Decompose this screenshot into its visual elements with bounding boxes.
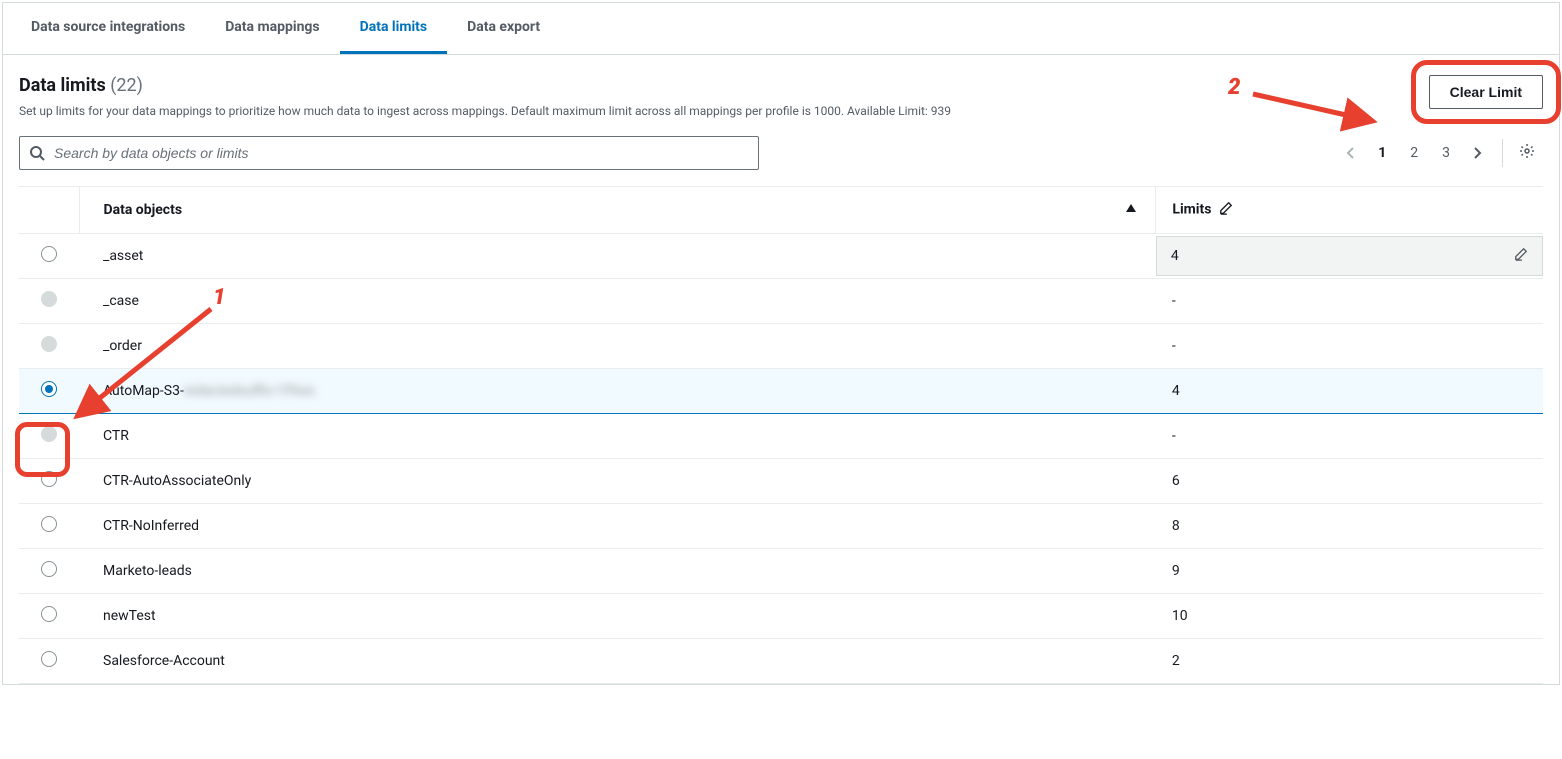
- annotation-num-1: 1: [213, 285, 225, 310]
- row-radio[interactable]: [41, 606, 57, 622]
- tab-data-limits[interactable]: Data limits: [340, 3, 447, 54]
- header-objects-label: Data objects: [104, 202, 183, 218]
- tab-data-export[interactable]: Data export: [447, 3, 560, 54]
- table-row: _order -: [19, 324, 1543, 369]
- panel-header: Data limits (22) Set up limits for your …: [19, 75, 1543, 118]
- tab-bar: Data source integrations Data mappings D…: [3, 3, 1559, 55]
- tab-data-source-integrations[interactable]: Data source integrations: [11, 3, 205, 54]
- row-name: AutoMap-S3-redactedsuffix-1f9ws: [79, 369, 1156, 414]
- clear-limit-wrap: Clear Limit: [1429, 75, 1543, 109]
- chevron-right-icon: [1472, 146, 1482, 160]
- row-limit: 4: [1156, 234, 1543, 279]
- table-row: _asset 4: [19, 234, 1543, 279]
- row-limit: 4: [1156, 369, 1543, 414]
- row-limit: 10: [1156, 594, 1543, 639]
- title-text: Data limits: [19, 75, 106, 96]
- row-limit: 2: [1156, 639, 1543, 684]
- table-row-selected: AutoMap-S3-redactedsuffix-1f9ws 4: [19, 369, 1543, 414]
- pager-prev[interactable]: [1338, 142, 1364, 164]
- clear-limit-button[interactable]: Clear Limit: [1429, 75, 1543, 109]
- row-limit: 9: [1156, 549, 1543, 594]
- row-limit: -: [1156, 324, 1543, 369]
- limit-edit-cell[interactable]: 4: [1156, 236, 1543, 276]
- page-title: Data limits (22): [19, 75, 951, 96]
- table-row: CTR-AutoAssociateOnly 6: [19, 459, 1543, 504]
- row-name-text: _asset: [79, 248, 1156, 264]
- edit-icon: [1219, 201, 1233, 219]
- row-radio[interactable]: [41, 651, 57, 667]
- search-icon: [29, 145, 45, 161]
- chevron-left-icon: [1346, 146, 1356, 160]
- pagination: 1 2 3: [1338, 139, 1543, 167]
- toolbar: 1 2 3: [19, 136, 1543, 170]
- gear-icon: [1519, 143, 1535, 159]
- pager-page-3[interactable]: 3: [1432, 141, 1460, 165]
- row-radio[interactable]: [41, 471, 57, 487]
- row-radio: [41, 426, 57, 442]
- main-container: Data source integrations Data mappings D…: [2, 2, 1560, 685]
- header-data-objects[interactable]: Data objects: [79, 187, 1156, 234]
- pager-page-2[interactable]: 2: [1400, 141, 1428, 165]
- row-radio: [41, 336, 57, 352]
- row-name: _order: [79, 324, 1156, 369]
- edit-icon: [1514, 247, 1528, 265]
- panel-description: Set up limits for your data mappings to …: [19, 104, 951, 118]
- table-row: Salesforce-Account 2: [19, 639, 1543, 684]
- row-name-text: AutoMap-S3-: [103, 383, 184, 399]
- settings-button[interactable]: [1502, 139, 1543, 167]
- table-row: _case -: [19, 279, 1543, 324]
- table-body: _asset 4 _case -: [19, 234, 1543, 684]
- header-limits-label: Limits: [1172, 202, 1211, 218]
- table-row: CTR -: [19, 414, 1543, 459]
- panel-title-group: Data limits (22) Set up limits for your …: [19, 75, 951, 118]
- panel: Data limits (22) Set up limits for your …: [3, 55, 1559, 684]
- table-row: CTR-NoInferred 8: [19, 504, 1543, 549]
- row-radio[interactable]: [41, 561, 57, 577]
- title-count: (22): [110, 75, 143, 96]
- row-name: CTR-NoInferred: [79, 504, 1156, 549]
- data-table: Data objects Limits: [19, 186, 1543, 684]
- row-name: Salesforce-Account: [79, 639, 1156, 684]
- row-limit: -: [1156, 414, 1543, 459]
- row-name: _asset: [79, 234, 1156, 279]
- pager-next[interactable]: [1464, 142, 1490, 164]
- row-name: newTest: [79, 594, 1156, 639]
- row-limit: 6: [1156, 459, 1543, 504]
- tab-data-mappings[interactable]: Data mappings: [205, 3, 339, 54]
- limit-value: 4: [1171, 248, 1179, 264]
- row-name: Marketo-leads: [79, 549, 1156, 594]
- row-name: CTR: [79, 414, 1156, 459]
- table-row: newTest 10: [19, 594, 1543, 639]
- row-limit: -: [1156, 279, 1543, 324]
- row-name: _case: [79, 279, 1156, 324]
- row-name-blurred: redactedsuffix-1f9ws: [184, 383, 315, 399]
- pager-page-1[interactable]: 1: [1368, 141, 1396, 165]
- header-limits[interactable]: Limits: [1156, 187, 1543, 234]
- sort-asc-icon: [1125, 202, 1137, 218]
- row-radio[interactable]: [41, 381, 57, 397]
- search-input[interactable]: [19, 136, 759, 170]
- row-limit: 8: [1156, 504, 1543, 549]
- annotation-num-2: 2: [1228, 75, 1240, 100]
- row-radio[interactable]: [41, 246, 57, 262]
- table-header-row: Data objects Limits: [19, 187, 1543, 234]
- search-wrap: [19, 136, 759, 170]
- row-name: CTR-AutoAssociateOnly: [79, 459, 1156, 504]
- header-select: [19, 187, 79, 234]
- table-row: Marketo-leads 9: [19, 549, 1543, 594]
- row-radio[interactable]: [41, 516, 57, 532]
- row-radio: [41, 291, 57, 307]
